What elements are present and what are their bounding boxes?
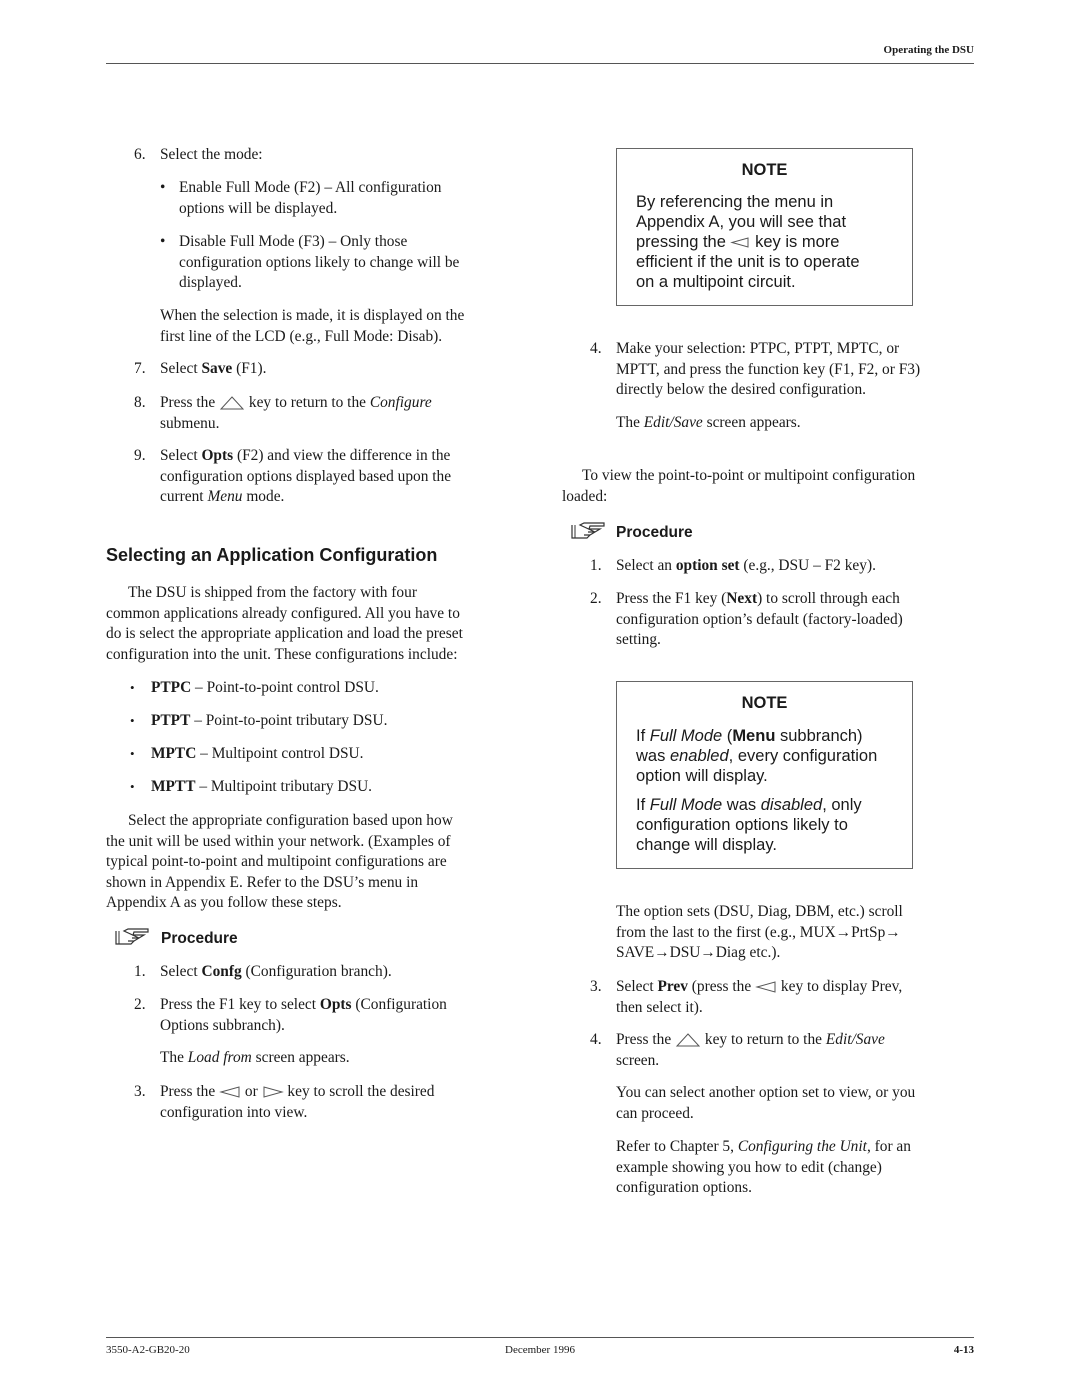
text: Refer to Chapter 5, (616, 1138, 738, 1155)
text: key is more (755, 233, 840, 251)
text-line: To view the point-to-point or multipoint… (582, 467, 916, 484)
note-text: By referencing the menu in Appendix A, y… (636, 192, 860, 292)
text-line: Make your selection: PTPC, PTPT, MPTC, o… (616, 340, 900, 357)
text-line: then select it). (616, 998, 703, 1016)
text-line: from the last to the first (e.g., MUX→Pr… (616, 923, 901, 941)
procedure-title: Procedure (616, 524, 693, 541)
refer-paragraph: Refer to Chapter 5, Configuring the Unit… (616, 1137, 911, 1199)
step-number: 4. (590, 1031, 602, 1048)
text: Full Mode (649, 796, 723, 814)
text: ) to scroll through each (757, 590, 900, 607)
proc-right-step-2: 2. Press the F1 key (Next) to scroll thr… (590, 589, 903, 648)
note-title: NOTE (741, 161, 788, 179)
text: ( (722, 727, 733, 745)
text-line: setting. (616, 631, 661, 648)
text: , every configuration (728, 747, 878, 765)
right-step-3: 3. Select Prev (press the key to display… (590, 977, 902, 1016)
keyword: Next (726, 590, 758, 607)
note-box-2: NOTE If Full Mode (Menu subbranch) was e… (616, 681, 913, 869)
screen-name: Edit/Save (825, 1031, 885, 1048)
text-line: directly below the desired configuration… (616, 381, 867, 398)
step-number: 3. (590, 978, 602, 995)
text: , only (822, 796, 862, 814)
text: Press the F1 key ( (616, 590, 727, 607)
text-line: change will display. (636, 836, 777, 854)
step-number: 4. (590, 340, 602, 357)
text-line: loaded: (562, 487, 608, 505)
text-line: configuration options likely to (636, 816, 848, 834)
text: subbranch) (775, 727, 863, 745)
edit-save-note: The Edit/Save screen appears. (616, 413, 801, 434)
text: (e.g., DSU – F2 key). (739, 557, 876, 574)
text: was (636, 747, 670, 765)
text: , for an (866, 1138, 911, 1155)
text: If (636, 727, 650, 745)
right-column: NOTE By referencing the menu in Appendix… (0, 0, 1080, 1330)
footer-date: December 1996 (505, 1344, 575, 1356)
note-box-1: NOTE By referencing the menu in Appendix… (616, 148, 913, 306)
screen-name: Edit/Save (643, 414, 703, 431)
chapter-title: Configuring the Unit (737, 1138, 867, 1155)
text: Select an (616, 557, 676, 574)
text-line: The option sets (DSU, Diag, DBM, etc.) s… (616, 903, 903, 920)
text: key to return to the (704, 1031, 826, 1048)
text-line: example showing you how to edit (change) (616, 1158, 882, 1176)
text-line: efficient if the unit is to operate (636, 253, 860, 271)
text: was (722, 796, 761, 814)
text-line: can proceed. (616, 1104, 694, 1122)
keyword: option set (675, 557, 740, 574)
left-triangle-key-icon (730, 237, 749, 248)
pointing-hand-icon (571, 522, 605, 539)
footer-rule (106, 1337, 974, 1338)
note-title: NOTE (741, 694, 788, 712)
step-number: 2. (590, 590, 602, 607)
note-text: If Full Mode (Menu subbranch) was enable… (636, 726, 877, 855)
text-line: By referencing the menu in (636, 193, 834, 211)
text-line: option will display. (636, 767, 768, 785)
step-number: 1. (590, 557, 602, 574)
text: The (616, 414, 644, 431)
text-line: SAVE→DSU→Diag etc.). (616, 944, 781, 961)
keyword: Menu (732, 727, 776, 745)
text: disabled (760, 796, 823, 814)
up-triangle-key-icon (675, 1033, 701, 1047)
page-number: 4-13 (953, 1344, 974, 1356)
text: pressing the (636, 233, 726, 251)
right-step-4b: 4. Press the key to return to the Edit/S… (590, 1030, 885, 1069)
proceed-paragraph: You can select another option set to vie… (616, 1083, 915, 1124)
text: Press the (616, 1031, 672, 1048)
text: key to display Prev, (780, 978, 903, 995)
left-triangle-key-icon (755, 981, 776, 994)
text-line: on a multipoint circuit. (636, 273, 796, 291)
text: Select (616, 978, 658, 995)
view-paragraph: To view the point-to-point or multipoint… (562, 466, 915, 507)
text: Full Mode (649, 727, 723, 745)
text-line: configuration options. (616, 1179, 752, 1196)
proc-right-step-1: 1. Select an option set (e.g., DSU – F2 … (590, 556, 876, 577)
text-line: configuration option’s default (factory-… (616, 610, 903, 628)
keyword: Prev (657, 978, 688, 995)
text: (press the (687, 978, 752, 995)
text: If (636, 796, 650, 814)
text-line: Appendix A, you will see that (636, 213, 847, 231)
text-line: screen. (616, 1051, 660, 1069)
text-line: MPTT, and press the function key (F1, F2… (616, 360, 921, 378)
right-step-4: 4. Make your selection: PTPC, PTPT, MPTC… (590, 339, 920, 398)
text-line: You can select another option set to vie… (616, 1084, 916, 1101)
text: screen appears. (702, 414, 801, 431)
text: enabled (669, 747, 729, 765)
option-sets-paragraph: The option sets (DSU, Diag, DBM, etc.) s… (616, 902, 903, 964)
